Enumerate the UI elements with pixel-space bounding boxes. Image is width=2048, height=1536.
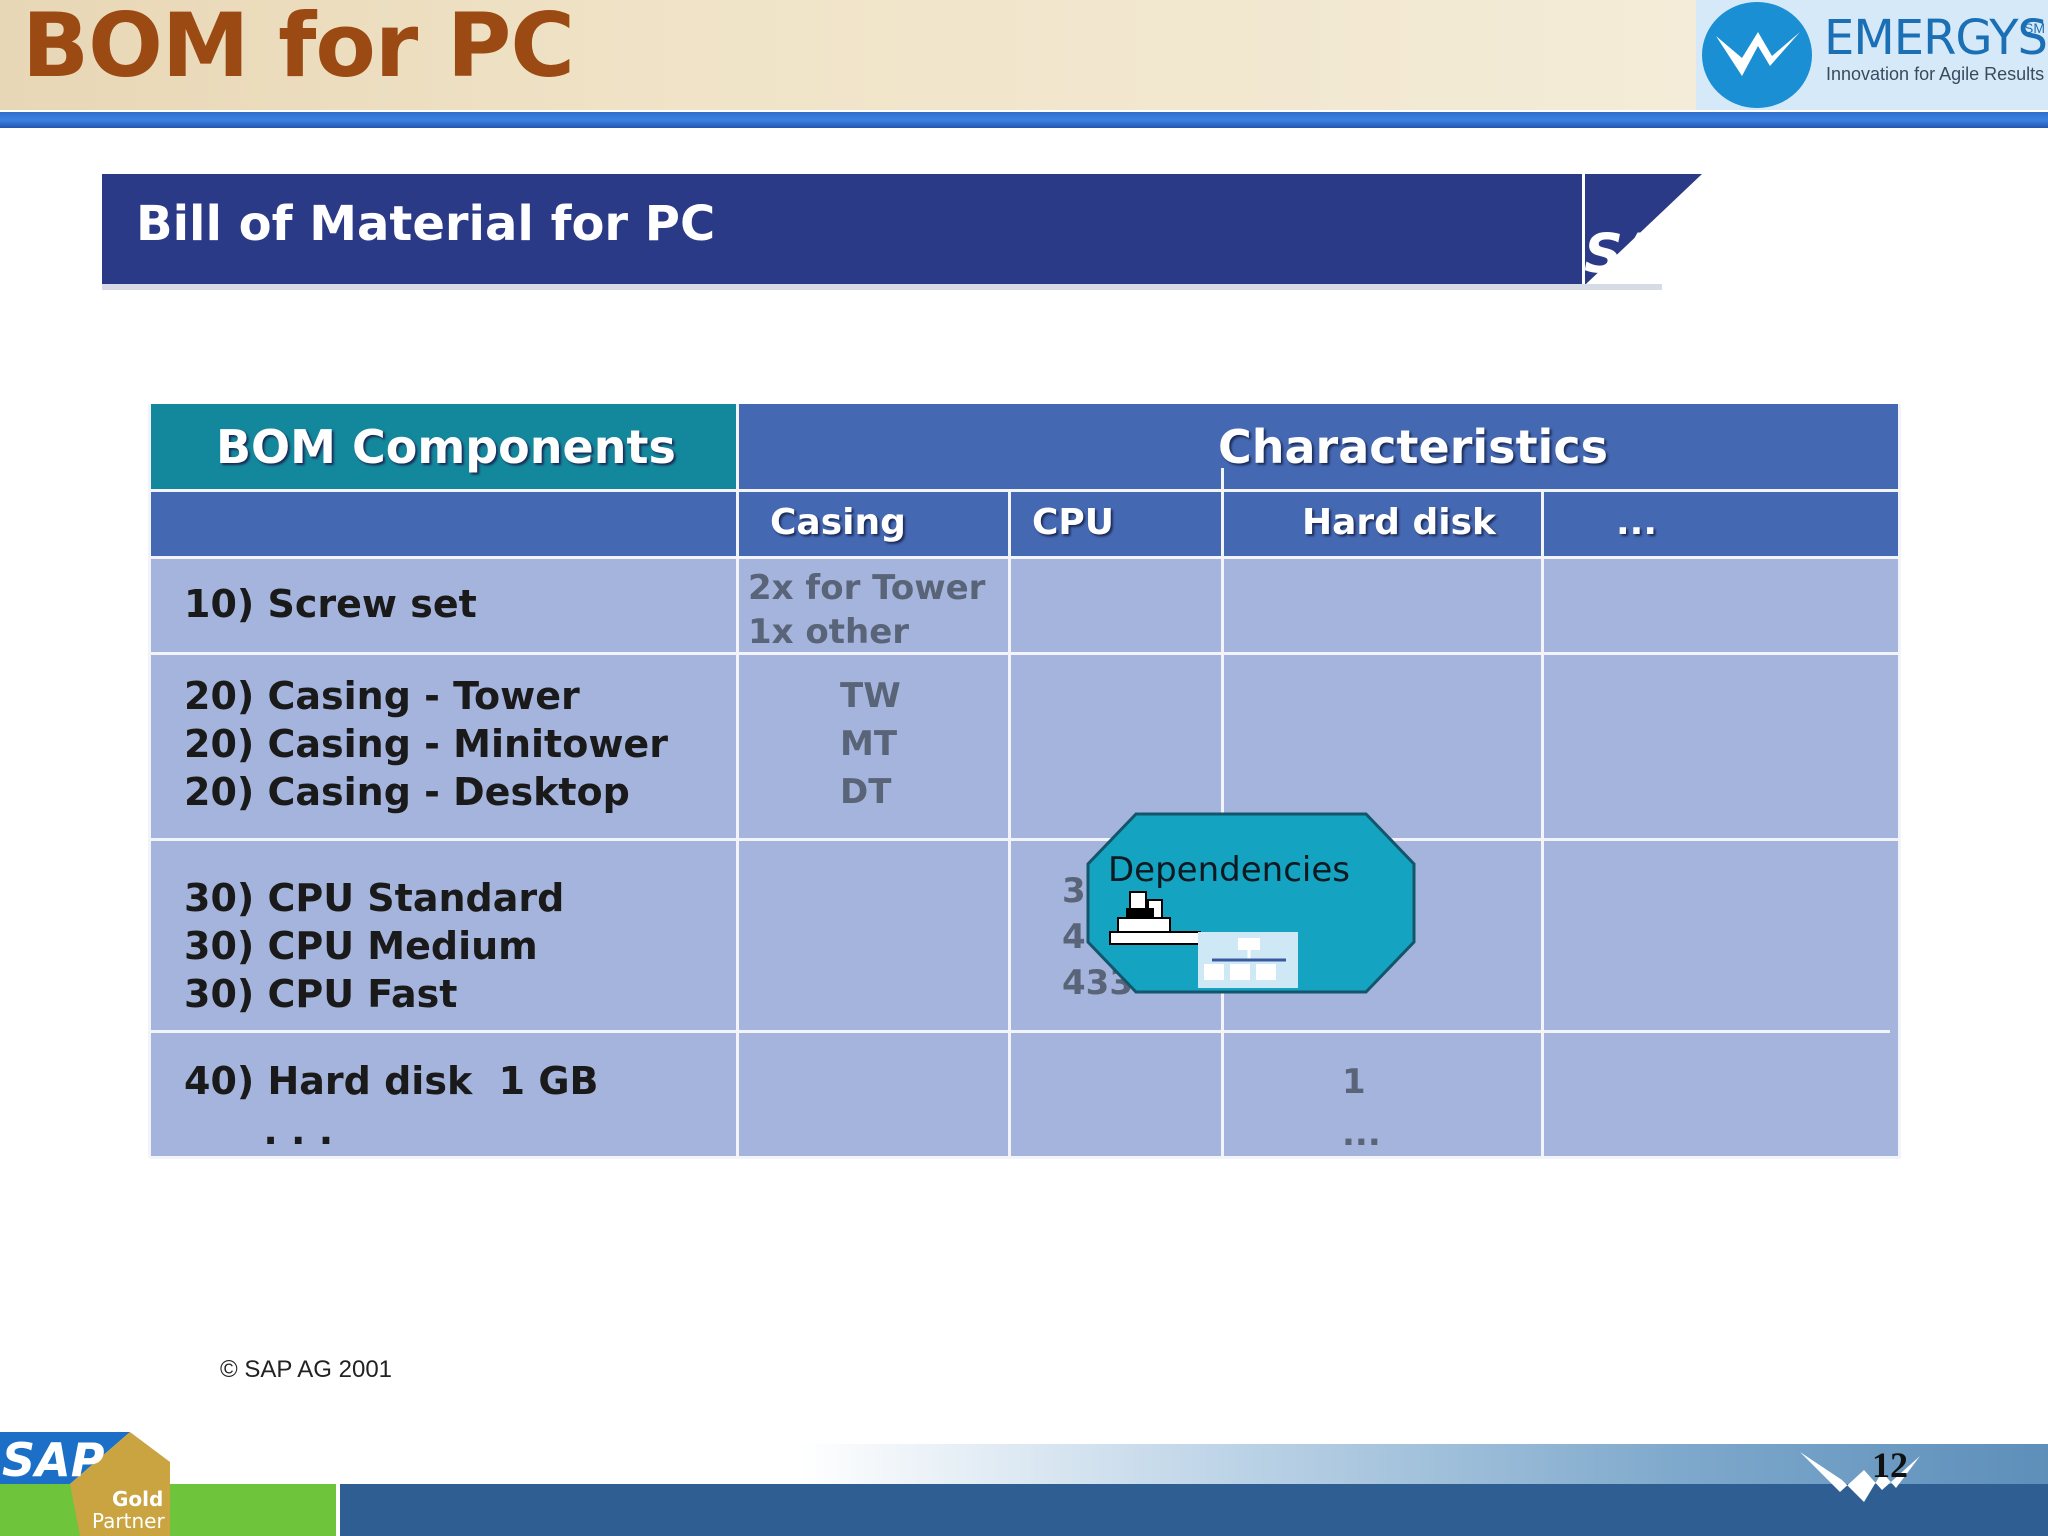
banner-shadow [102,284,1662,290]
grid-line [150,1030,1890,1033]
grid-line [150,556,1900,559]
grid-line [1008,492,1011,1158]
grid-line [150,1156,1900,1159]
banner-title: Bill of Material for PC [136,196,716,252]
grid-line [150,838,1900,841]
column-more: ... [1616,502,1658,543]
column-hard-disk: Hard disk [1302,502,1496,543]
sap-logo: SAP [1584,222,1696,285]
logo-service-mark: SM [2024,20,2045,36]
column-casing: Casing [770,502,906,543]
partner-text: Partner [92,1509,165,1533]
casing-codes: TW MT DT [840,676,901,812]
grid-line [150,652,1900,655]
hierarchy-icon [1198,932,1298,988]
grid-line [1541,492,1544,1158]
emergys-logo-icon [1702,2,1812,108]
component-cpu: 30) CPU Standard 30) CPU Medium 30) CPU … [184,876,565,1016]
component-screw-set: 10) Screw set [184,582,477,626]
column-cpu: CPU [1032,502,1115,543]
component-hard-disk: 40) Hard disk 1 GB . . . [184,1059,599,1153]
page-number: 12 [1872,1445,1908,1485]
dependencies-callout [1086,812,1416,994]
sap-gold-text: SAP [2,1433,105,1487]
dependencies-label: Dependencies [1108,850,1350,890]
slide-title: BOM for PC [22,0,575,97]
logo-name: EMERGYS [1824,10,2048,66]
bom-components-title: BOM Components [216,420,676,474]
copyright: © SAP AG 2001 [220,1356,393,1383]
sap-gold-partner-logo: SAP Gold Partner [0,1432,170,1536]
logo-tagline: Innovation for Agile Results [1826,64,2045,84]
characteristics-title: Characteristics [1218,420,1608,474]
casing-screw-set: 2x for Tower 1x other [748,568,986,652]
grid-line [150,489,1900,492]
grid-line [148,404,151,1158]
gold-text: Gold [112,1487,163,1511]
footer-band [340,1484,2048,1536]
grid-line [1898,404,1901,1158]
grid-line [736,404,739,1158]
component-casing: 20) Casing - Tower 20) Casing - Minitowe… [184,674,668,814]
header-divider [0,112,2048,128]
hard-disk-values: 1 ... [1342,1062,1381,1154]
